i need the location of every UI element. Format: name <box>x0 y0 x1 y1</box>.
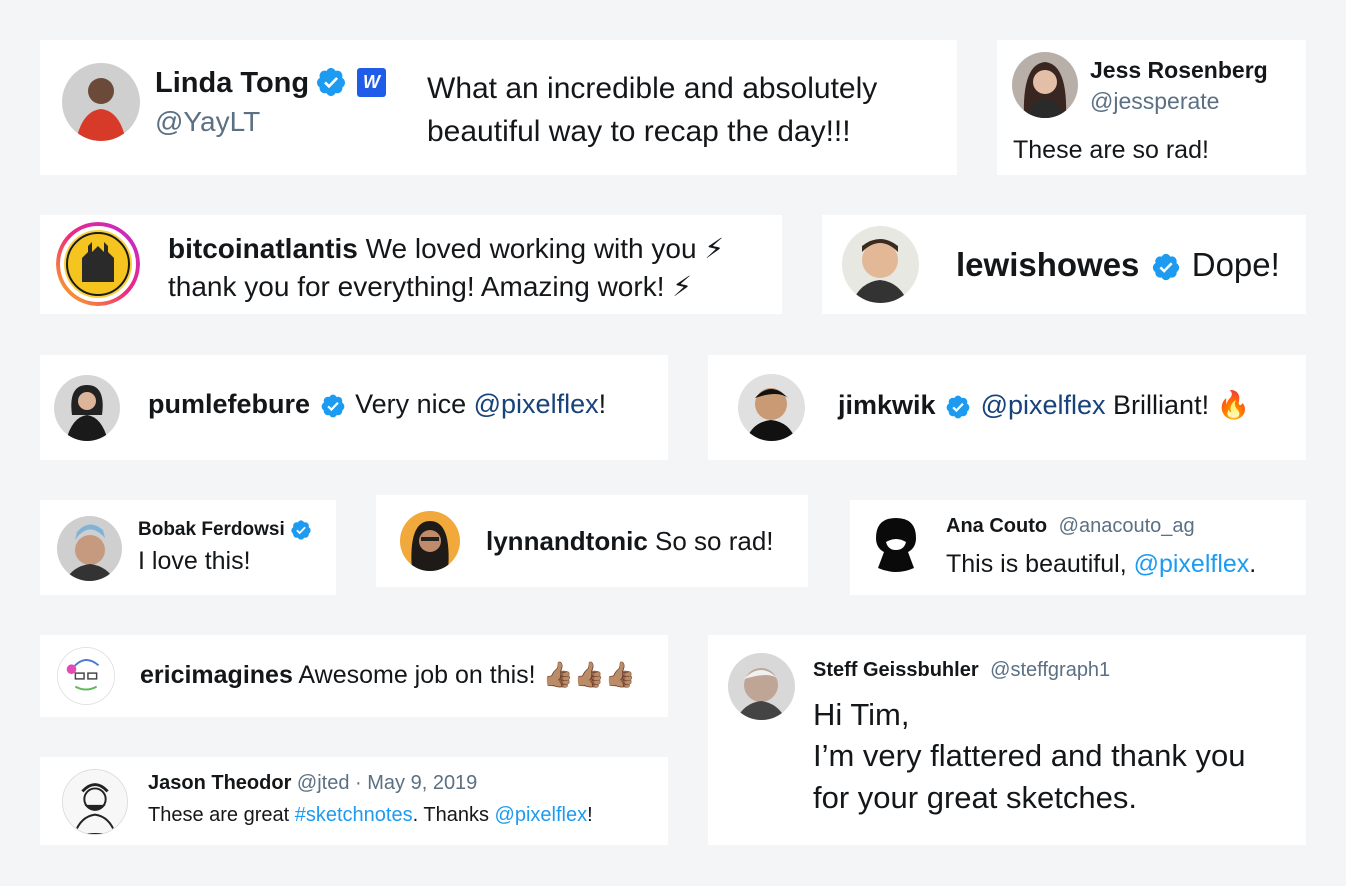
testimonial-card-ericimagines: ericimagines Awesome job on this! 👍🏽👍🏽👍🏽 <box>40 635 668 717</box>
testimonial-card-jason: Jason Theodor @jted · May 9, 2019 These … <box>40 757 668 845</box>
avatar-jimkwik[interactable] <box>738 374 805 441</box>
testimonial-text-mid: . Thanks <box>412 804 495 826</box>
testimonial-card-ana: Ana Couto @anacouto_ag This is beautiful… <box>850 500 1306 595</box>
testimonial-card-bobak: Bobak Ferdowsi I love this! <box>40 500 336 595</box>
author-row: Ana Couto @anacouto_ag <box>946 515 1195 538</box>
testimonial-card-lewishowes: lewishowes Dope! <box>822 215 1306 314</box>
author-name[interactable]: Jason Theodor <box>148 772 291 794</box>
testimonial-line: ericimagines Awesome job on this! 👍🏽👍🏽👍🏽 <box>140 661 636 690</box>
testimonial-line: pumlefebure Very nice @pixelflex! <box>148 389 606 420</box>
testimonial-text-line2: I’m very flattered and thank you <box>813 738 1246 773</box>
testimonial-text: These are great <box>148 804 295 826</box>
testimonial-card-bitcoinatlantis: bitcoinatlantis We loved working with yo… <box>40 215 782 314</box>
verified-icon <box>1151 252 1181 282</box>
author-handle[interactable]: @jessperate <box>1090 88 1219 115</box>
avatar-ericimagines[interactable] <box>57 647 115 705</box>
author-handle[interactable]: @anacouto_ag <box>1059 515 1195 537</box>
testimonial-line: This is beautiful, @pixelflex. <box>946 550 1256 579</box>
testimonial-text-line3: for your great sketches. <box>813 780 1137 815</box>
testimonial-line: These are great #sketchnotes. Thanks @pi… <box>148 804 593 827</box>
testimonial-text-end: . <box>1249 550 1257 578</box>
mention-link[interactable]: @pixelflex <box>981 390 1106 420</box>
testimonial-card-steff: Steff Geissbuhler @steffgraph1 Hi Tim, I… <box>708 635 1306 845</box>
author-name[interactable]: Bobak Ferdowsi <box>138 519 285 540</box>
author-handle[interactable]: @steffgraph1 <box>990 659 1110 681</box>
author-name[interactable]: bitcoinatlantis <box>168 233 358 264</box>
avatar-steff[interactable] <box>728 653 795 720</box>
testimonial-text-end: ! <box>587 804 593 826</box>
testimonial-text-end: ! <box>598 389 607 419</box>
testimonial-text: This is beautiful, <box>946 550 1134 578</box>
author-handle-date[interactable]: @jted · May 9, 2019 <box>291 772 477 794</box>
avatar-lynnandtonic[interactable] <box>400 511 460 571</box>
testimonial-line: lynnandtonic So so rad! <box>486 526 774 557</box>
testimonial-card-lynnandtonic: lynnandtonic So so rad! <box>376 495 808 587</box>
mention-link[interactable]: @pixelflex <box>495 804 588 826</box>
avatar-linda[interactable] <box>62 63 140 141</box>
testimonial-text: We loved working with you ⚡ <box>357 233 724 264</box>
testimonial-line: lewishowes Dope! <box>956 246 1280 284</box>
author-name[interactable]: Linda Tong <box>155 67 309 100</box>
testimonial-text-line1: bitcoinatlantis We loved working with yo… <box>168 232 724 265</box>
avatar-ana[interactable] <box>868 512 924 572</box>
mention-link[interactable]: @pixelflex <box>1134 550 1250 578</box>
avatar-lewishowes[interactable] <box>842 226 919 303</box>
verified-icon <box>290 519 312 541</box>
testimonial-line: jimkwik @pixelflex Brilliant! 🔥 <box>838 389 1250 421</box>
author-name[interactable]: Jess Rosenberg <box>1090 57 1268 84</box>
testimonial-text: Awesome job on this! 👍🏽👍🏽👍🏽 <box>292 661 636 689</box>
author-row: Steff Geissbuhler @steffgraph1 <box>813 659 1110 682</box>
author-name[interactable]: pumlefebure <box>148 389 310 419</box>
hashtag-link[interactable]: #sketchnotes <box>295 804 413 826</box>
testimonial-text: So so rad! <box>647 526 774 556</box>
avatar-jess[interactable] <box>1012 52 1078 118</box>
testimonial-text-line1: What an incredible and absolutely <box>427 72 878 105</box>
author-row: Bobak Ferdowsi <box>138 519 312 541</box>
author-name[interactable]: lynnandtonic <box>486 526 648 556</box>
author-name[interactable]: ericimagines <box>140 661 293 689</box>
avatar-bitcoinatlantis[interactable] <box>56 222 140 306</box>
testimonial-card-jimkwik: jimkwik @pixelflex Brilliant! 🔥 <box>708 355 1306 460</box>
author-name[interactable]: jimkwik <box>838 390 936 420</box>
mention-link[interactable]: @pixelflex <box>474 389 599 419</box>
verified-icon <box>320 393 346 419</box>
author-name[interactable]: Steff Geissbuhler <box>813 659 979 681</box>
author-row: Jason Theodor @jted · May 9, 2019 <box>148 772 477 795</box>
author-name[interactable]: Ana Couto <box>946 515 1047 537</box>
testimonial-text: Dope! <box>1191 246 1280 283</box>
webflow-icon: W <box>357 68 386 97</box>
testimonial-text: I love this! <box>138 547 251 575</box>
avatar-bobak[interactable] <box>57 516 122 581</box>
avatar-jason[interactable] <box>62 769 128 835</box>
verified-icon <box>945 394 971 420</box>
testimonial-text: Very nice <box>355 389 474 419</box>
testimonial-text-line2: thank you for everything! Amazing work! … <box>168 271 692 302</box>
testimonial-text-line2: beautiful way to recap the day!!! <box>427 115 851 148</box>
testimonial-text: Brilliant! 🔥 <box>1105 390 1251 420</box>
verified-icon <box>315 66 347 98</box>
testimonial-card-jess: Jess Rosenberg @jessperate These are so … <box>997 40 1306 175</box>
testimonial-card-pumlefebure: pumlefebure Very nice @pixelflex! <box>40 355 668 460</box>
author-handle[interactable]: @YayLT <box>155 106 260 138</box>
testimonial-card-linda: Linda Tong W @YayLT What an incredible a… <box>40 40 957 175</box>
testimonial-text-line1: Hi Tim, <box>813 697 910 732</box>
avatar-pumlefebure[interactable] <box>54 375 120 441</box>
testimonial-text: These are so rad! <box>1013 136 1209 164</box>
author-name[interactable]: lewishowes <box>956 246 1139 283</box>
